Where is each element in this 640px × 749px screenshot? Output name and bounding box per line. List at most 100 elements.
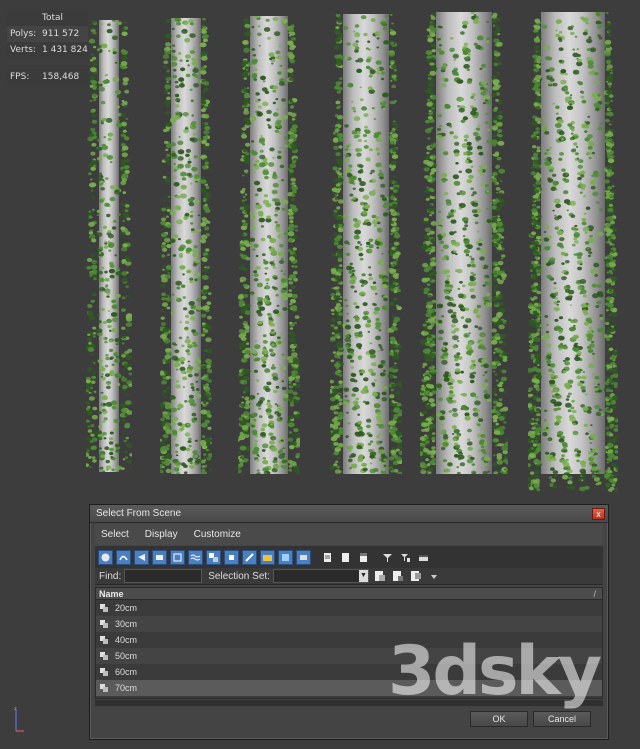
object-icon <box>100 620 108 628</box>
menu-display[interactable]: Display <box>145 529 178 540</box>
object-icon <box>100 668 108 676</box>
ivy-column-40cm[interactable] <box>238 16 300 474</box>
scene-object-list: Name / 20cm 30cm 40cm 50cm 60cm 70cm <box>95 587 603 699</box>
display-geometry-button[interactable] <box>98 549 113 565</box>
columns-button[interactable] <box>416 550 431 565</box>
find-label: Find: <box>99 570 122 582</box>
selection-set-label: Selection Set: <box>208 570 270 582</box>
object-icon <box>100 636 108 644</box>
xref-icon <box>229 554 234 560</box>
select-invert-button[interactable] <box>409 569 423 583</box>
polys-value: 911 572 <box>42 28 80 39</box>
object-icon <box>100 652 108 660</box>
filter-options-icon <box>401 553 410 562</box>
verts-label: Verts: <box>10 44 36 55</box>
object-name: 40cm <box>115 635 138 645</box>
fps-value: 158,468 <box>42 71 80 82</box>
object-name: 30cm <box>115 619 138 629</box>
list-all-icon <box>324 552 331 562</box>
find-input[interactable] <box>124 569 203 583</box>
stats-header: Total <box>42 12 64 23</box>
ivy-column-60cm[interactable] <box>420 12 508 474</box>
invert-display-button[interactable] <box>356 550 371 565</box>
display-lights-button[interactable] <box>134 549 149 565</box>
fps-label: FPS: <box>10 71 30 82</box>
sphere-icon <box>101 553 110 561</box>
display-frozen-button[interactable] <box>278 549 293 565</box>
ivy-foliage <box>330 14 402 474</box>
object-icon <box>100 684 108 692</box>
ivy-foliage <box>86 20 132 472</box>
display-bones-button[interactable] <box>242 549 257 565</box>
container-icon <box>263 554 272 561</box>
select-invert-icon <box>410 571 421 581</box>
display-hidden-button[interactable] <box>296 549 311 565</box>
object-name: 20cm <box>115 603 138 613</box>
display-containers-button[interactable] <box>260 549 275 565</box>
dialog-title: Select From Scene <box>96 508 182 519</box>
object-icon <box>100 604 108 612</box>
name-column-header[interactable]: Name / <box>96 588 602 600</box>
filter-button[interactable] <box>380 550 395 565</box>
select-from-scene-dialog: Select From Scene x Select Display Custo… <box>89 504 609 740</box>
select-none-button[interactable] <box>391 569 405 583</box>
verts-value: 1 431 824 <box>42 44 88 55</box>
list-rows: 20cm 30cm 40cm 50cm 60cm 70cm <box>96 600 602 696</box>
object-name: 70cm <box>115 683 138 693</box>
ivy-column-70cm[interactable] <box>528 12 618 492</box>
horizontal-scrollbar[interactable] <box>95 700 603 706</box>
dialog-menubar: Select Display Customize <box>95 524 603 545</box>
ok-button[interactable]: OK <box>470 711 528 727</box>
display-none-button[interactable] <box>338 550 353 565</box>
list-item[interactable]: 70cm <box>96 680 602 696</box>
cancel-button[interactable]: Cancel <box>533 711 591 727</box>
menu-customize[interactable]: Customize <box>194 529 241 540</box>
toolbar-options-button[interactable] <box>427 569 441 583</box>
ivy-column-50cm[interactable] <box>330 14 402 474</box>
select-all-button[interactable] <box>373 569 387 583</box>
close-icon: x <box>596 509 601 519</box>
name-column-label: Name <box>99 589 124 599</box>
ivy-column-20cm[interactable] <box>86 20 132 472</box>
display-shapes-button[interactable] <box>116 549 131 565</box>
sort-icon: / <box>593 589 596 599</box>
light-icon <box>138 553 145 561</box>
display-all-button[interactable] <box>320 550 335 565</box>
shapes-icon <box>119 555 128 560</box>
list-item[interactable]: 60cm <box>96 664 602 680</box>
chevron-down-icon[interactable]: ▼ <box>358 570 368 582</box>
select-all-icon <box>374 571 385 581</box>
viewport-statistics: Total Polys: 911 572 Verts: 1 431 824 FPS:… <box>7 10 88 85</box>
list-item[interactable]: 20cm <box>96 600 602 616</box>
select-none-icon <box>392 571 403 581</box>
camera-icon <box>156 554 163 560</box>
display-groups-button[interactable] <box>206 549 221 565</box>
triangle-down-icon <box>430 575 437 579</box>
frozen-icon <box>282 553 289 561</box>
display-spacewarps-button[interactable] <box>188 549 203 565</box>
ivy-foliage <box>528 12 618 492</box>
ivy-foliage <box>160 18 212 474</box>
filter-options-button[interactable] <box>398 550 413 565</box>
bone-icon <box>245 552 254 562</box>
polys-label: Polys: <box>10 28 37 39</box>
filter-toolbar <box>95 546 603 568</box>
object-name: 50cm <box>115 651 138 661</box>
menu-select[interactable]: Select <box>101 529 129 540</box>
list-invert-icon <box>360 552 367 562</box>
display-xrefs-button[interactable] <box>224 549 239 565</box>
ivy-foliage <box>420 12 508 474</box>
columns-icon <box>419 554 428 561</box>
ivy-column-30cm[interactable] <box>160 18 212 474</box>
axis-gizmo-icon: z <box>14 706 24 732</box>
find-toolbar: Find: Selection Set: ▼ <box>95 568 603 585</box>
list-item[interactable]: 50cm <box>96 648 602 664</box>
display-helpers-button[interactable] <box>170 549 185 565</box>
selection-set-dropdown[interactable]: ▼ <box>272 569 369 583</box>
list-item[interactable]: 40cm <box>96 632 602 648</box>
object-name: 60cm <box>115 667 138 677</box>
display-cameras-button[interactable] <box>152 549 167 565</box>
close-button[interactable]: x <box>592 508 605 520</box>
dialog-titlebar[interactable]: Select From Scene x <box>90 505 608 523</box>
list-item[interactable]: 30cm <box>96 616 602 632</box>
